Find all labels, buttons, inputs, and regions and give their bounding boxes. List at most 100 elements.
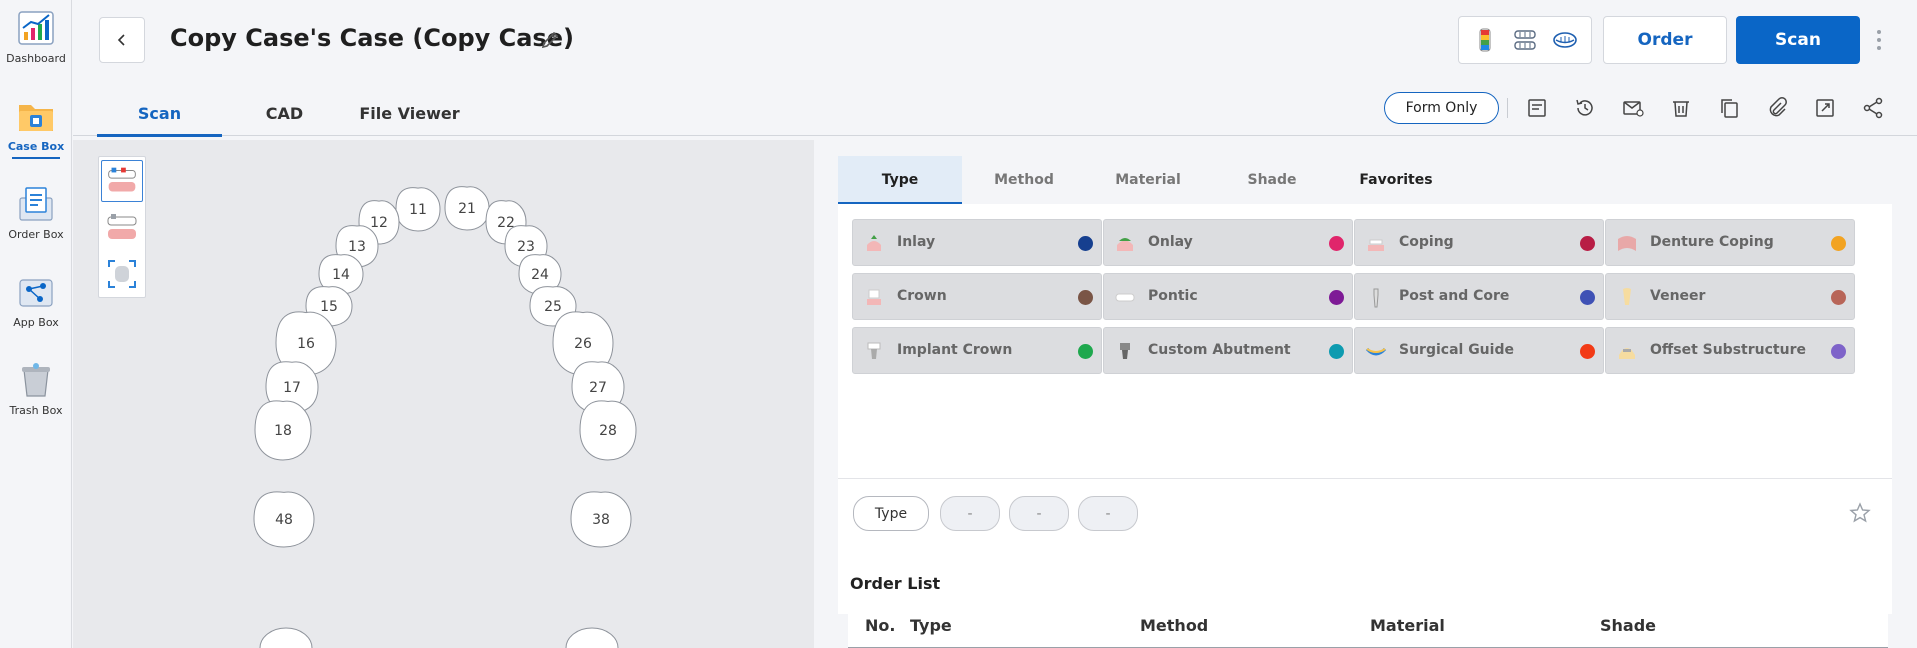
open-external-icon[interactable] [1813,96,1837,120]
crown-icon [867,289,881,305]
type-color-dot [1831,290,1846,305]
config-tabs: Type Method Material Shade Favorites [838,156,1458,204]
summary-method-chip[interactable]: - [940,496,1000,531]
note-icon[interactable] [1525,96,1549,120]
tab-material[interactable]: Material [1086,156,1210,204]
type-color-dot [1580,236,1595,251]
rail-item-case-box[interactable]: Case Box [0,96,72,159]
onlay-icon [1117,238,1133,251]
rail-item-dashboard[interactable]: Dashboard [0,8,72,65]
type-selection-box: Inlay Onlay Coping Denture Coping Crown Ponti… [838,204,1892,614]
order-config-panel: Type Method Material Shade Favorites Inl… [815,140,1917,648]
order-list-header: No. Type Method Material Shade [848,600,1888,648]
tooth-number: 13 [348,239,366,255]
tooth-number: 27 [589,380,607,396]
app-box-icon [19,279,53,307]
type-color-dot [1580,344,1595,359]
type-card-denture-coping[interactable]: Denture Coping [1605,219,1855,266]
rail-item-trash-box[interactable]: Trash Box [0,360,72,417]
type-color-dot [1831,236,1846,251]
tab-type[interactable]: Type [838,156,962,204]
color-map-icon[interactable] [1471,26,1499,54]
type-card-crown[interactable]: Crown [852,273,1102,320]
tooth-number: 28 [599,423,617,439]
tooth-11[interactable]: 11 [395,187,441,232]
tooth-partial[interactable] [259,627,313,648]
tooth-number: 21 [458,201,476,217]
type-card-custom-abutment[interactable]: Custom Abutment [1103,327,1353,374]
more-vertical-icon[interactable] [1876,28,1882,52]
tab-cad[interactable]: CAD [222,90,347,136]
case-tabs: Scan CAD File Viewer [97,90,472,137]
mail-icon[interactable] [1621,96,1645,120]
type-card-veneer[interactable]: Veneer [1605,273,1855,320]
offset-substructure-icon [1619,348,1635,359]
share-icon[interactable] [1861,96,1885,120]
type-color-dot [1329,344,1344,359]
tooth-chart-panel: 11 12 13 14 15 16 17 18 21 22 23 24 25 26 27 28 48 38 [73,140,814,648]
tooth-38[interactable]: 38 [570,491,632,548]
tooth-number: 48 [275,512,293,528]
history-icon[interactable] [1573,96,1597,120]
scan-button[interactable]: Scan [1736,16,1860,64]
favorite-star-icon[interactable] [1848,501,1872,525]
form-only-button[interactable]: Form Only [1384,92,1499,124]
tooth-number: 12 [370,215,388,231]
type-label: Post and Core [1399,288,1510,304]
inlay-icon [867,235,881,251]
type-card-offset-substructure[interactable]: Offset Substructure [1605,327,1855,374]
articulator-icon[interactable] [1511,26,1539,54]
rail-item-order-box[interactable]: Order Box [0,184,72,241]
type-card-surgical-guide[interactable]: Surgical Guide [1354,327,1604,374]
type-color-dot [1078,344,1093,359]
tooth-18[interactable]: 18 [254,400,312,461]
tooth-number: 14 [332,267,350,283]
case-title: Copy Case's Case (Copy Case) [170,24,574,52]
type-label: Coping [1399,234,1454,250]
copy-icon[interactable] [1717,96,1741,120]
type-card-coping[interactable]: Coping [1354,219,1604,266]
type-card-pontic[interactable]: Pontic [1103,273,1353,320]
order-list-title: Order List [850,574,941,593]
back-button[interactable] [99,17,145,63]
dental-arch-chart: 1112131415161718212223242526272848 38 [253,186,637,648]
tab-method[interactable]: Method [962,156,1086,204]
tooth-number: 16 [297,336,315,352]
summary-type-chip[interactable]: Type [853,496,929,531]
tooth-21[interactable]: 21 [444,186,490,231]
summary-shade-chip[interactable]: - [1078,496,1138,531]
type-card-onlay[interactable]: Onlay [1103,219,1353,266]
tab-file-viewer[interactable]: File Viewer [347,90,472,136]
type-label: Surgical Guide [1399,342,1514,358]
order-button[interactable]: Order [1603,16,1727,64]
pencil-edit-icon[interactable] [538,28,562,52]
custom-abutment-icon [1120,343,1130,359]
type-card-post-and-core[interactable]: Post and Core [1354,273,1604,320]
rail-item-app-box[interactable]: App Box [0,272,72,329]
tooth-partial[interactable] [565,627,619,648]
attachment-icon[interactable] [1765,96,1789,120]
type-card-inlay[interactable]: Inlay [852,219,1102,266]
tooth-48[interactable]: 48 [253,491,315,548]
type-label: Veneer [1650,288,1706,304]
delete-icon[interactable] [1669,96,1693,120]
chevron-left-icon [117,34,125,46]
column-method: Method [1140,616,1209,635]
type-label: Denture Coping [1650,234,1774,250]
summary-material-chip[interactable]: - [1009,496,1069,531]
type-label: Pontic [1148,288,1198,304]
tooth-number: 24 [531,267,549,283]
tooth-28[interactable]: 28 [579,400,637,461]
type-label: Crown [897,288,947,304]
type-card-implant-crown[interactable]: Implant Crown [852,327,1102,374]
coping-icon [1368,239,1384,251]
tab-favorites[interactable]: Favorites [1334,156,1458,204]
column-material: Material [1370,616,1445,635]
type-label: Implant Crown [897,342,1013,358]
column-no: No. [865,616,896,635]
tooth-number: 25 [544,299,562,315]
tab-scan[interactable]: Scan [97,90,222,137]
smile-design-icon[interactable] [1551,26,1579,54]
tab-shade[interactable]: Shade [1210,156,1334,204]
case-header: Copy Case's Case (Copy Case) Order Scan [73,0,1917,137]
